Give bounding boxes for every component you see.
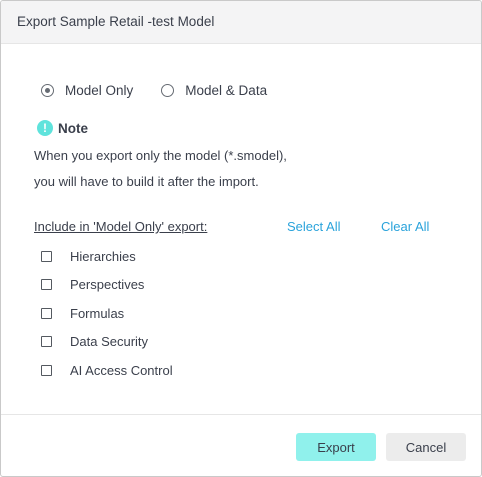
radio-button-unchecked[interactable] [161,83,175,97]
include-header: Include in 'Model Only' export: Select A… [34,219,434,237]
export-dialog: Export Sample Retail -test Model Model O… [0,0,482,477]
radio-button-checked[interactable] [41,83,54,97]
include-label: Include in 'Model Only' export: [34,219,208,234]
radio-model-and-data[interactable]: Model & Data [161,83,267,98]
note-title: Note [58,120,88,136]
checkbox-item-hierarchies[interactable]: Hierarchies [41,247,136,265]
checkbox-label: Formulas [70,305,125,321]
footer-divider [1,414,481,415]
radio-label-model-only: Model Only [65,82,134,98]
checkbox-item-formulas[interactable]: Formulas [41,304,124,322]
checkbox[interactable] [41,364,52,376]
checkbox-label: Data Security [70,333,149,349]
note-header: ! Note [37,120,88,136]
cancel-button[interactable]: Cancel [386,433,466,461]
dialog-title: Export Sample Retail -test Model [17,14,215,29]
clear-all-link[interactable]: Clear All [381,219,429,234]
export-mode-group: Model Only Model & Data [41,81,267,99]
radio-label-model-and-data: Model & Data [185,82,268,98]
checkbox[interactable] [41,250,52,262]
checkbox-label: Perspectives [70,276,145,292]
checkbox-item-perspectives[interactable]: Perspectives [41,275,144,293]
export-button[interactable]: Export [296,433,376,461]
note-text-line-1: When you export only the model (*.smodel… [34,148,287,163]
dialog-header: Export Sample Retail -test Model [1,1,481,44]
note-text-line-2: you will have to build it after the impo… [34,174,259,189]
select-all-link[interactable]: Select All [287,219,340,234]
checkbox[interactable] [41,335,52,347]
radio-model-only[interactable]: Model Only [41,83,133,98]
checkbox-item-ai-access-control[interactable]: AI Access Control [41,361,173,379]
checkbox[interactable] [41,278,52,290]
checkbox-label: Hierarchies [70,248,136,264]
checkbox-label: AI Access Control [70,362,173,378]
exclamation-icon: ! [37,120,53,136]
checkbox-item-data-security[interactable]: Data Security [41,332,148,350]
checkbox[interactable] [41,307,52,319]
